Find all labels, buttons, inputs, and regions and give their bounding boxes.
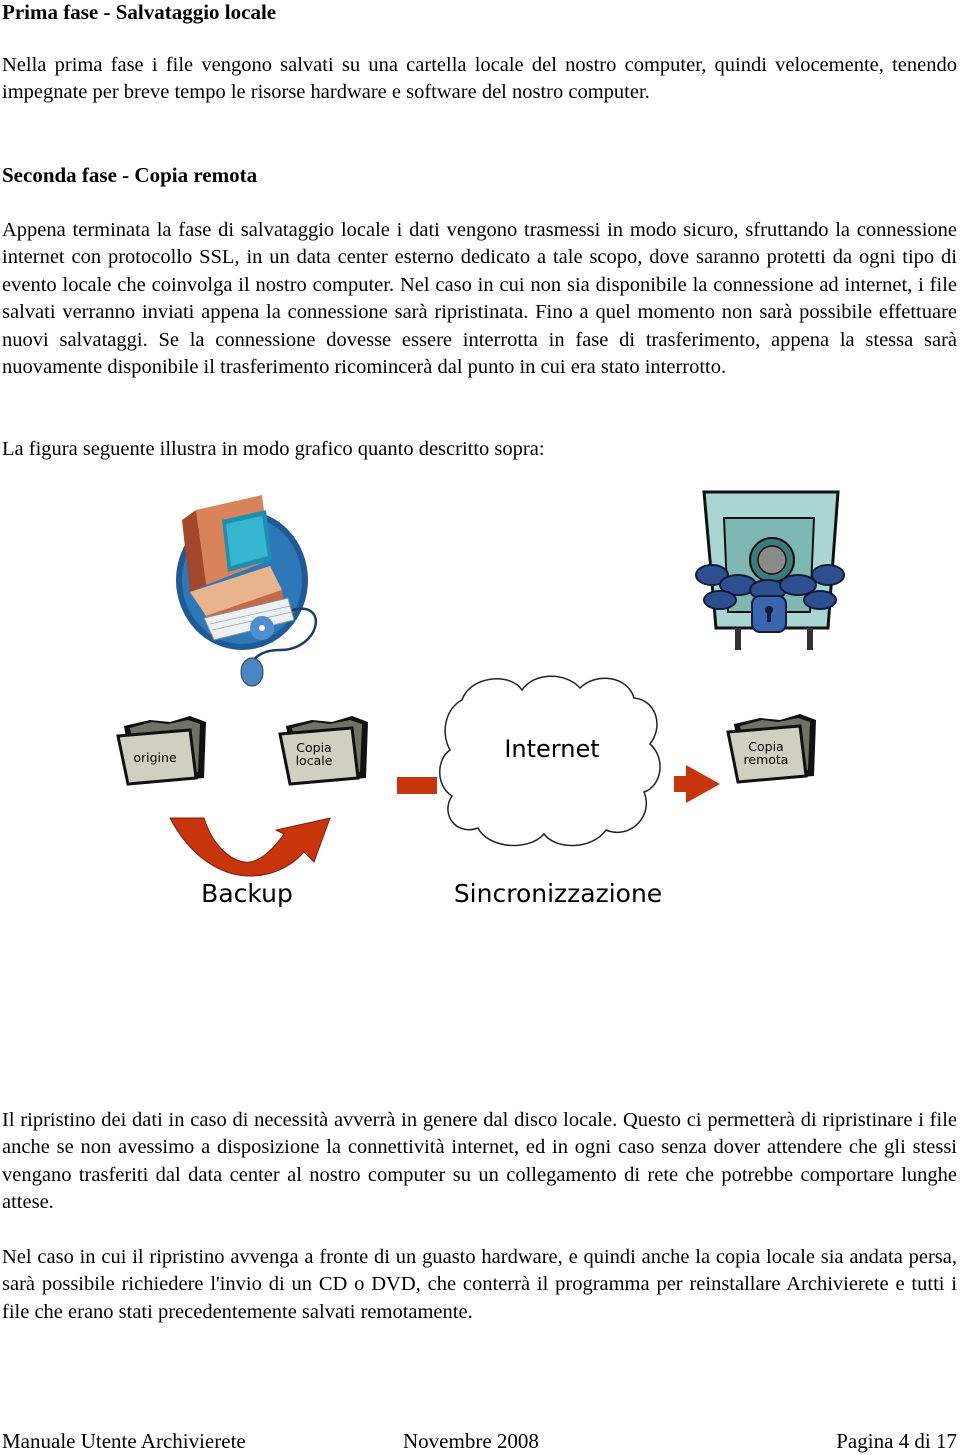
footer-date: Novembre 2008 <box>403 1429 539 1453</box>
paragraph-seconda-fase: Appena terminata la fase di salvataggio … <box>2 219 957 379</box>
sync-label: Sincronizzazione <box>454 879 662 908</box>
curved-arrow-icon <box>169 817 331 877</box>
paragraph-guasto-hardware: Nel caso in cui il ripristino avvenga a … <box>2 1246 957 1323</box>
backup-diagram: origine Copia locale Copia remota Intern… <box>0 470 960 930</box>
footer-page-number: Pagina 4 di 17 <box>836 1429 957 1453</box>
folder-label-copia-remota-2: remota <box>744 752 789 767</box>
paragraph-prima-fase: Nella prima fase i file vengono salvati … <box>2 54 957 104</box>
arrow-right-icon <box>674 765 720 803</box>
computer-icon <box>176 495 318 687</box>
figure-intro-text: La figura seguente illustra in modo graf… <box>2 438 545 460</box>
section-heading-seconda-fase: Seconda fase - Copia remota <box>2 163 258 187</box>
cloud-label: Internet <box>504 735 599 763</box>
section-heading-prima-fase: Prima fase - Salvataggio locale <box>2 0 277 24</box>
paragraph-ripristino: Il ripristino dei dati in caso di necess… <box>2 1109 957 1214</box>
folder-label-origine: origine <box>133 750 177 765</box>
folder-label-copia-locale-2: locale <box>296 753 333 768</box>
backup-label: Backup <box>201 879 293 908</box>
sync-arrow-left-bar <box>397 777 437 794</box>
footer-document-title: Manuale Utente Archivierete <box>2 1429 246 1453</box>
safe-chained-icon <box>695 490 845 650</box>
